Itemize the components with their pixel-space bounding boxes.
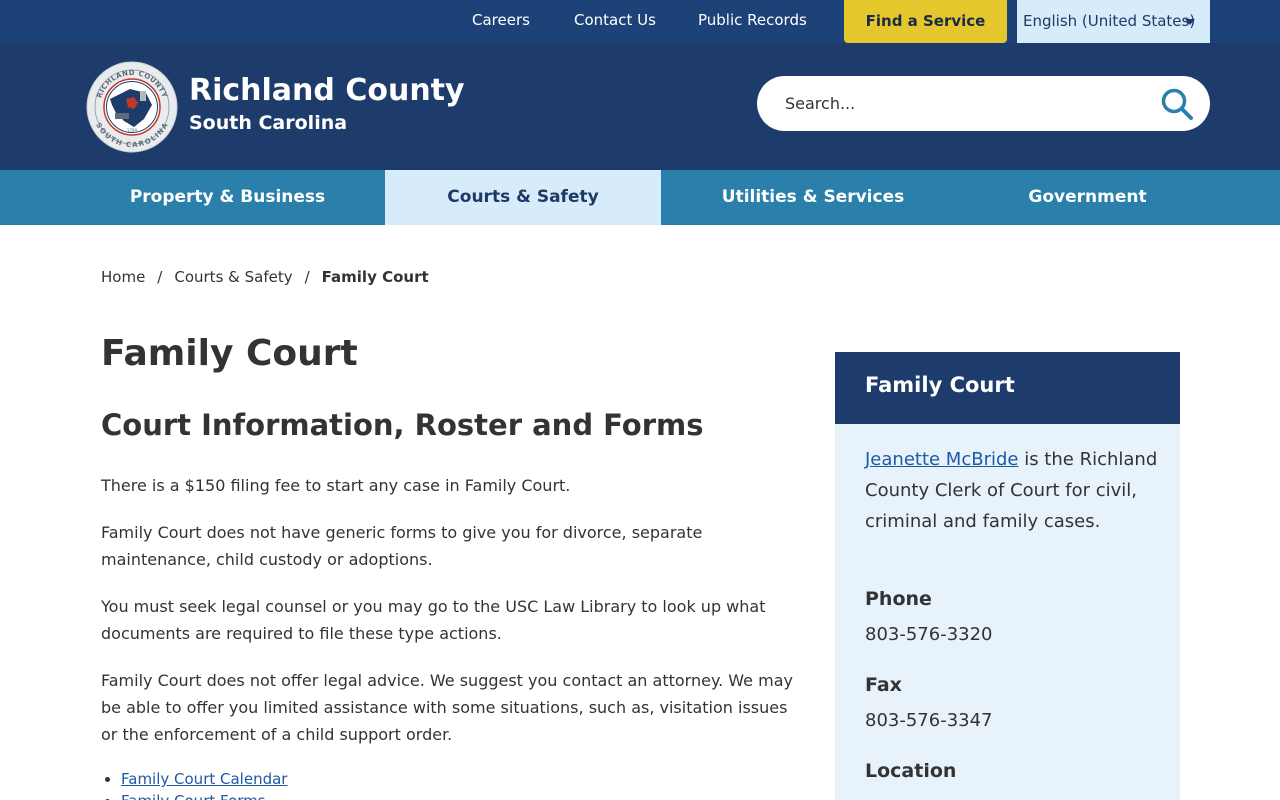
breadcrumb-separator: / — [157, 268, 163, 286]
site-title[interactable]: Richland County — [189, 73, 465, 108]
phone-value[interactable]: 803-576-3320 — [865, 624, 993, 645]
sidebar-header: Family Court — [835, 352, 1180, 424]
chevron-down-icon — [1185, 19, 1195, 25]
paragraph-legal-advice: Family Court does not offer legal advice… — [101, 671, 793, 744]
careers-link[interactable]: Careers — [472, 0, 530, 43]
nav-property-business[interactable]: Property & Business — [70, 170, 385, 225]
search-icon[interactable] — [1160, 87, 1194, 121]
section-title: Court Information, Roster and Forms — [101, 408, 704, 442]
breadcrumb-home[interactable]: Home — [101, 268, 145, 286]
paragraph-filing-fee: There is a $150 filing fee to start any … — [101, 476, 571, 495]
main-nav: Property & Business Courts & Safety Util… — [0, 170, 1280, 225]
sidebar-intro: Jeanette McBride is the Richland County … — [865, 444, 1160, 537]
family-court-calendar-link[interactable]: Family Court Calendar — [121, 770, 287, 788]
nav-government[interactable]: Government — [965, 170, 1210, 225]
site-subtitle: South Carolina — [189, 112, 348, 134]
nav-courts-safety[interactable]: Courts & Safety — [385, 170, 661, 225]
nav-utilities-services[interactable]: Utilities & Services — [661, 170, 965, 225]
find-a-service-button[interactable]: Find a Service — [844, 0, 1007, 43]
search-box — [757, 76, 1210, 131]
county-seal-logo[interactable]: RICHLAND COUNTY SOUTH CAROLINA 1799 — [86, 61, 178, 153]
clerk-name-link[interactable]: Jeanette McBride — [865, 449, 1018, 470]
sidebar-title: Family Court — [865, 373, 1015, 397]
breadcrumb-separator: / — [304, 268, 310, 286]
breadcrumb-courts-safety[interactable]: Courts & Safety — [174, 268, 292, 286]
seal-year: 1799 — [127, 128, 138, 133]
breadcrumb: Home / Courts & Safety / Family Court — [101, 268, 429, 286]
site-header: RICHLAND COUNTY SOUTH CAROLINA 1799 Rich… — [0, 43, 1280, 170]
page-title: Family Court — [101, 333, 358, 374]
utility-bar: Careers Contact Us Public Records Find a… — [0, 0, 1280, 43]
contact-us-link[interactable]: Contact Us — [574, 0, 656, 43]
fax-label: Fax — [865, 674, 902, 696]
public-records-link[interactable]: Public Records — [698, 0, 807, 43]
family-court-forms-link[interactable]: Family Court Forms — [121, 792, 266, 800]
fax-value: 803-576-3347 — [865, 710, 993, 731]
paragraph-legal-counsel: You must seek legal counsel or you may g… — [101, 597, 766, 643]
breadcrumb-current: Family Court — [321, 268, 429, 286]
phone-label: Phone — [865, 588, 932, 610]
search-input[interactable] — [785, 89, 1145, 118]
sidebar-contact-card: Family Court Jeanette McBride is the Ric… — [835, 352, 1180, 800]
language-select[interactable]: English (United States) — [1017, 0, 1210, 43]
list-item: Family Court Calendar — [121, 768, 287, 790]
list-item: Family Court Forms — [121, 790, 287, 800]
resource-links: Family Court Calendar Family Court Forms — [121, 768, 287, 800]
paragraph-no-forms: Family Court does not have generic forms… — [101, 523, 703, 569]
location-label: Location — [865, 760, 957, 782]
language-select-value: English (United States) — [1023, 12, 1196, 30]
